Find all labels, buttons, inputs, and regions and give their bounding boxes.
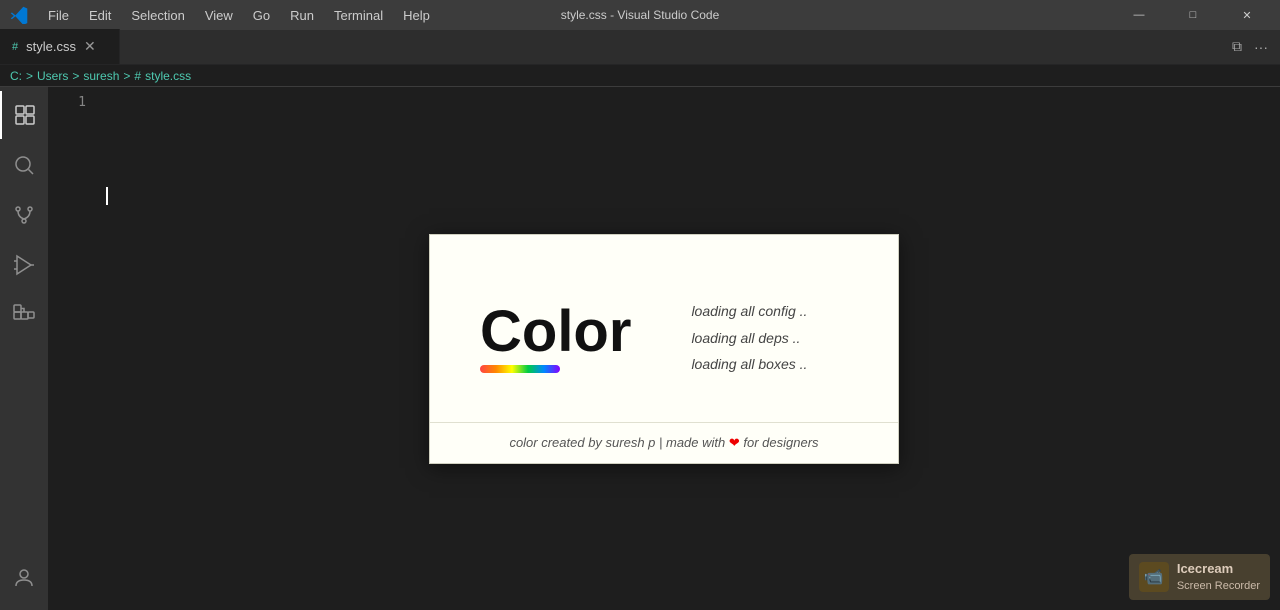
close-button[interactable]: ✕ [1224, 0, 1270, 30]
watermark-brand: Icecream [1177, 560, 1260, 578]
breadcrumb-sep-1: > [26, 69, 33, 83]
splash-logo-text: Color [480, 303, 631, 361]
breadcrumb-drive[interactable]: C: [10, 69, 22, 83]
menu-go[interactable]: Go [245, 6, 278, 25]
line-numbers: 1 [48, 87, 98, 610]
menu-bar: File Edit Selection View Go Run Terminal… [40, 6, 438, 25]
more-actions-icon[interactable]: ··· [1250, 35, 1272, 59]
activity-bar [0, 87, 48, 610]
splash-footer: color created by suresh p | made with ❤ … [430, 422, 898, 463]
menu-view[interactable]: View [197, 6, 241, 25]
titlebar: File Edit Selection View Go Run Terminal… [0, 0, 1280, 30]
activity-accounts[interactable] [0, 554, 48, 602]
vscode-logo-icon [10, 6, 28, 24]
menu-selection[interactable]: Selection [123, 6, 192, 25]
tab-close-button[interactable]: ✕ [84, 38, 96, 55]
watermark-icon: 📹 [1139, 562, 1169, 592]
activity-extensions[interactable] [0, 291, 48, 339]
activity-explorer[interactable] [0, 91, 48, 139]
splash-logo-underline [480, 365, 560, 373]
breadcrumb-suresh[interactable]: suresh [83, 69, 119, 83]
loading-line-2: loading all deps .. [691, 325, 807, 352]
titlebar-left: File Edit Selection View Go Run Terminal… [10, 6, 438, 25]
editor-cursor [106, 187, 108, 205]
breadcrumb: C: > Users > suresh > # style.css [0, 65, 1280, 87]
minimize-button[interactable]: — [1116, 0, 1162, 30]
window-controls: — □ ✕ [1116, 0, 1270, 30]
splash-loading-text: loading all config .. loading all deps .… [691, 298, 807, 378]
line-number-1: 1 [78, 93, 86, 113]
watermark-text: Icecream Screen Recorder [1177, 560, 1260, 594]
menu-terminal[interactable]: Terminal [326, 6, 391, 25]
menu-file[interactable]: File [40, 6, 77, 25]
activity-search[interactable] [0, 141, 48, 189]
main-layout: 1 Color loading all config .. loading al… [0, 87, 1280, 610]
loading-line-1: loading all config .. [691, 298, 807, 325]
menu-run[interactable]: Run [282, 6, 322, 25]
window-title: style.css - Visual Studio Code [561, 8, 720, 22]
editor-area[interactable]: 1 Color loading all config .. loading al… [48, 87, 1280, 610]
menu-edit[interactable]: Edit [81, 6, 119, 25]
splash-screen: Color loading all config .. loading all … [429, 234, 899, 464]
breadcrumb-sep-2: > [72, 69, 79, 83]
splash-logo-area: Color [480, 303, 631, 373]
watermark-subtitle: Screen Recorder [1177, 579, 1260, 594]
menu-help[interactable]: Help [395, 6, 438, 25]
breadcrumb-sep-3: > [123, 69, 130, 83]
activity-source-control[interactable] [0, 191, 48, 239]
loading-line-3: loading all boxes .. [691, 351, 807, 378]
tab-filename: style.css [26, 39, 76, 54]
tabbar-actions: ⧉ ··· [1228, 29, 1280, 64]
tab-style-css[interactable]: # style.css ✕ [0, 29, 120, 64]
activity-debug[interactable] [0, 241, 48, 289]
breadcrumb-users[interactable]: Users [37, 69, 68, 83]
watermark: 📹 Icecream Screen Recorder [1129, 554, 1270, 600]
breadcrumb-file[interactable]: style.css [145, 69, 191, 83]
splash-main-content: Color loading all config .. loading all … [430, 235, 898, 422]
heart-icon: ❤ [729, 435, 740, 450]
breadcrumb-hash: # [134, 69, 141, 83]
tab-file-icon: # [12, 41, 18, 53]
split-editor-icon[interactable]: ⧉ [1228, 34, 1246, 59]
maximize-button[interactable]: □ [1170, 0, 1216, 30]
tab-bar: # style.css ✕ ⧉ ··· [0, 30, 1280, 65]
